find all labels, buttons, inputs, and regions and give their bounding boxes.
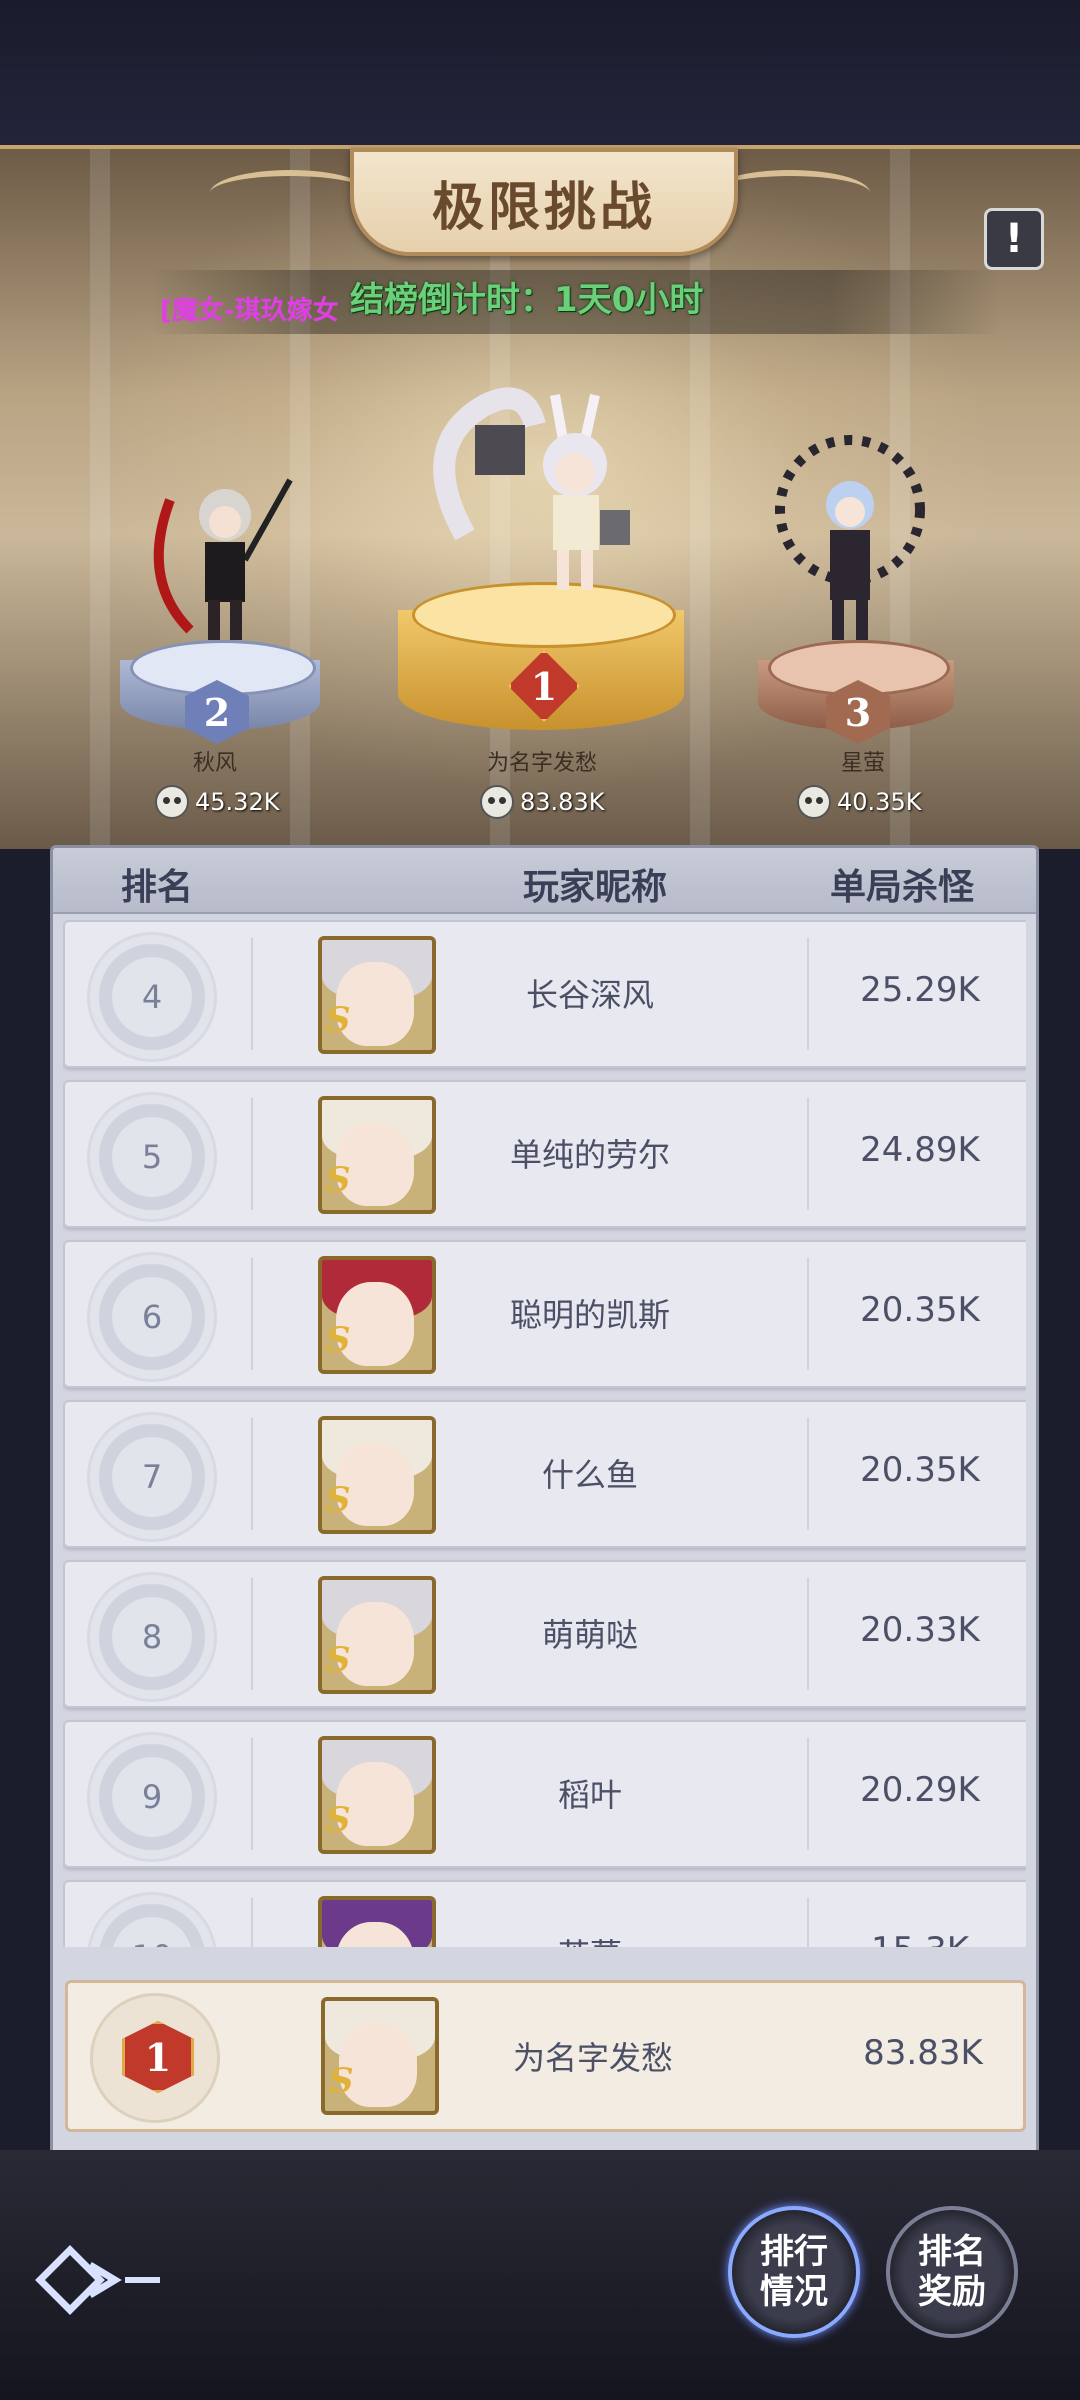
self-rank-row[interactable]: 1 S 为名字发愁 83.83K: [65, 1980, 1026, 2132]
player-score: 15.3K: [825, 1930, 1015, 1947]
rank-circle: 5: [87, 1092, 217, 1222]
leaderboard-panel: 排名 玩家昵称 单局杀怪 4 S 长谷深风 25.29K 5 S 单纯的劳尔 2…: [50, 845, 1039, 2156]
player-score: 25.29K: [860, 970, 980, 1010]
player-name: 长谷深风: [525, 976, 654, 1014]
skull-icon: [797, 785, 831, 819]
player-name: 聪明的凯斯: [509, 1296, 670, 1334]
player-avatar[interactable]: S: [318, 936, 436, 1054]
table-row[interactable]: 8 S 萌萌哒 20.33K: [63, 1560, 1026, 1708]
player-avatar[interactable]: S: [321, 1997, 439, 2115]
leaderboard-header: 排名 玩家昵称 单局杀怪: [53, 848, 1036, 914]
page-title: 极限挑战: [431, 177, 656, 238]
podium-name-2: 秋风: [192, 751, 237, 776]
character-2-sprite: [150, 470, 300, 655]
ranking-rewards-button[interactable]: 排名 奖励: [886, 2206, 1018, 2338]
player-avatar[interactable]: S: [318, 1256, 436, 1374]
self-player-name: 为名字发愁: [512, 2039, 673, 2077]
rank-circle: 10: [87, 1892, 217, 1947]
exclamation-icon[interactable]: !: [984, 208, 1044, 270]
player-score: 20.29K: [860, 1770, 980, 1810]
table-row[interactable]: 7 S 什么鱼 20.35K: [63, 1400, 1026, 1548]
table-row[interactable]: 10 S 芥蕾 15.3K: [63, 1880, 1026, 1947]
player-score: 24.89K: [860, 1130, 980, 1170]
podium-score-2: 45.32K: [155, 785, 279, 819]
title-plate: 极限挑战: [350, 148, 738, 256]
header-rank: 排名: [121, 867, 194, 908]
rank-circle: 9: [87, 1732, 217, 1862]
rank-circle: 6: [87, 1252, 217, 1382]
player-score: 20.35K: [860, 1450, 980, 1490]
player-name: 稻叶: [557, 1776, 622, 1814]
rank-circle: 8: [87, 1572, 217, 1702]
table-row[interactable]: 4 S 长谷深风 25.29K: [63, 920, 1026, 1068]
player-name: 芥蕾: [435, 1930, 745, 1947]
ranking-status-button[interactable]: 排行 情况: [728, 2206, 860, 2338]
leaderboard-list[interactable]: 4 S 长谷深风 25.29K 5 S 单纯的劳尔 24.89K 6 S 聪明的…: [63, 920, 1026, 1947]
podium-score-3: 40.35K: [797, 785, 921, 819]
player-score: 20.35K: [860, 1290, 980, 1330]
rank-circle: 7: [87, 1412, 217, 1542]
skull-icon: [155, 785, 189, 819]
character-3-sprite: [760, 430, 940, 650]
self-player-score: 83.83K: [863, 2033, 983, 2073]
podium-name-3: 星萤: [840, 751, 885, 776]
title-ornament-left: [210, 170, 370, 216]
rank-circle: 4: [87, 932, 217, 1062]
podium-score-1: 83.83K: [480, 785, 604, 819]
player-score: 20.33K: [860, 1610, 980, 1650]
skull-icon: [480, 785, 514, 819]
player-name: 什么鱼: [541, 1456, 638, 1494]
character-1-sprite: [425, 385, 645, 600]
back-arrow-icon[interactable]: [30, 2240, 170, 2320]
player-name: 单纯的劳尔: [509, 1136, 670, 1174]
top-background: [0, 0, 1080, 145]
marquee-text: [魔女-琪玖嫁女: [160, 296, 339, 326]
podium-name-1: 为名字发愁: [486, 751, 597, 776]
header-player: 玩家昵称: [523, 867, 668, 908]
table-row[interactable]: 5 S 单纯的劳尔 24.89K: [63, 1080, 1026, 1228]
player-avatar[interactable]: S: [318, 1896, 436, 1947]
player-avatar[interactable]: S: [318, 1576, 436, 1694]
table-row[interactable]: 6 S 聪明的凯斯 20.35K: [63, 1240, 1026, 1388]
player-avatar[interactable]: S: [318, 1736, 436, 1854]
player-avatar[interactable]: S: [318, 1096, 436, 1214]
header-kills: 单局杀怪: [830, 867, 975, 908]
player-avatar[interactable]: S: [318, 1416, 436, 1534]
player-name: 萌萌哒: [541, 1616, 638, 1654]
countdown-text: 结榜倒计时：1天0小时: [350, 280, 704, 320]
table-row[interactable]: 9 S 稻叶 20.29K: [63, 1720, 1026, 1868]
